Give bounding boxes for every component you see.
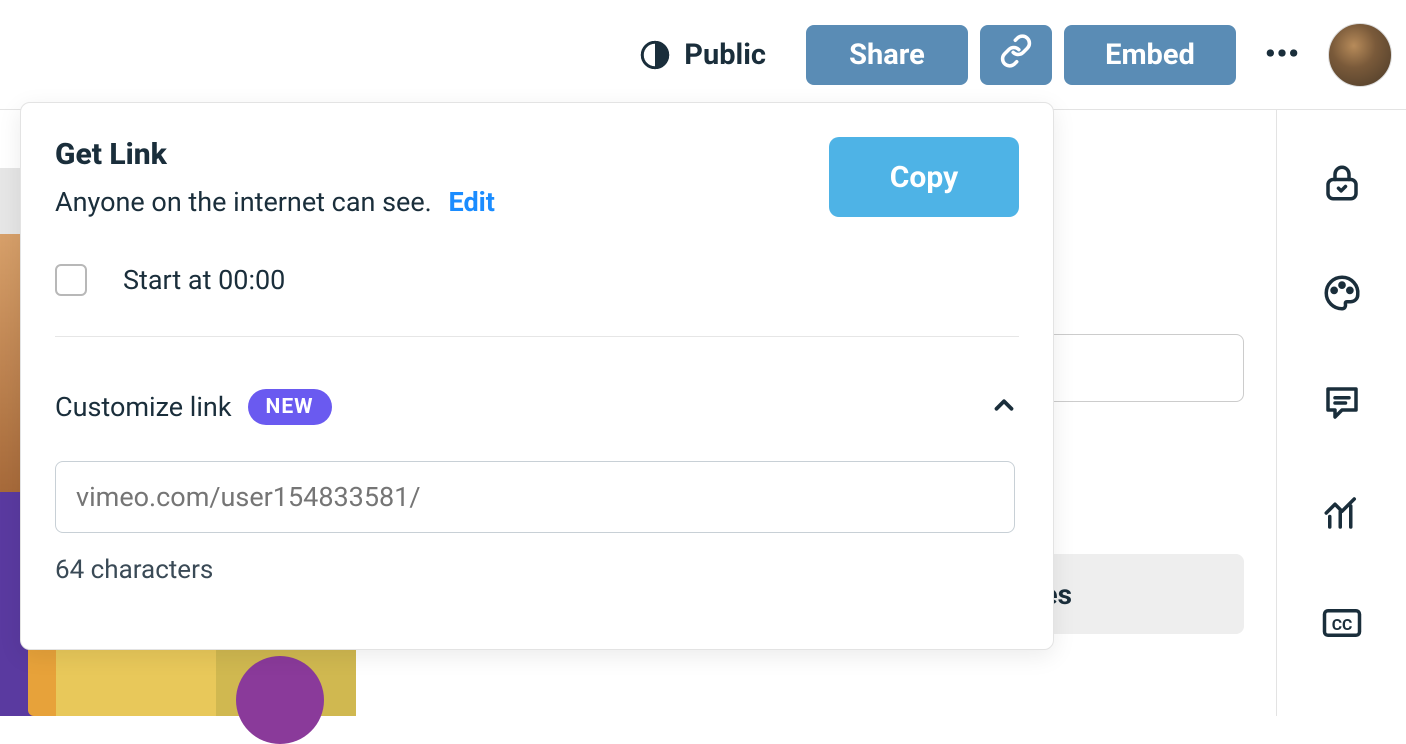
start-at-label: Start at 00:00 xyxy=(123,264,285,296)
copy-link-button[interactable] xyxy=(980,25,1052,85)
custom-link-input[interactable] xyxy=(55,461,1015,533)
comment-icon[interactable] xyxy=(1321,382,1363,424)
more-menu-button[interactable] xyxy=(1256,29,1308,81)
privacy-indicator[interactable]: Public xyxy=(638,38,766,72)
edit-privacy-link[interactable]: Edit xyxy=(449,186,495,218)
get-link-popup: Get Link Anyone on the internet can see.… xyxy=(20,102,1054,650)
char-count-label: 64 characters xyxy=(55,555,1019,585)
privacy-lock-icon[interactable] xyxy=(1321,162,1363,204)
new-badge: NEW xyxy=(248,389,332,425)
embed-button[interactable]: Embed xyxy=(1064,25,1236,85)
chevron-up-icon xyxy=(989,405,1019,424)
privacy-label: Public xyxy=(684,38,766,72)
palette-icon[interactable] xyxy=(1321,272,1363,314)
more-horizontal-icon xyxy=(1262,33,1302,77)
popup-title: Get Link xyxy=(55,137,495,172)
share-button[interactable]: Share xyxy=(806,25,968,85)
start-at-checkbox[interactable] xyxy=(55,264,87,296)
background-thumbnail-bottom xyxy=(56,648,356,716)
right-icon-rail: CC xyxy=(1276,110,1406,716)
analytics-icon[interactable] xyxy=(1321,492,1363,534)
collapse-toggle[interactable] xyxy=(989,390,1019,424)
popup-subtitle: Anyone on the internet can see. Edit xyxy=(55,186,495,218)
svg-text:CC: CC xyxy=(1331,615,1352,634)
captions-icon[interactable]: CC xyxy=(1321,602,1363,644)
customize-link-label: Customize link xyxy=(55,391,232,423)
avatar[interactable] xyxy=(1328,23,1392,87)
link-icon xyxy=(999,34,1033,76)
globe-icon xyxy=(638,38,672,72)
copy-button[interactable]: Copy xyxy=(829,137,1019,217)
top-bar: Public Share Embed xyxy=(0,0,1406,110)
